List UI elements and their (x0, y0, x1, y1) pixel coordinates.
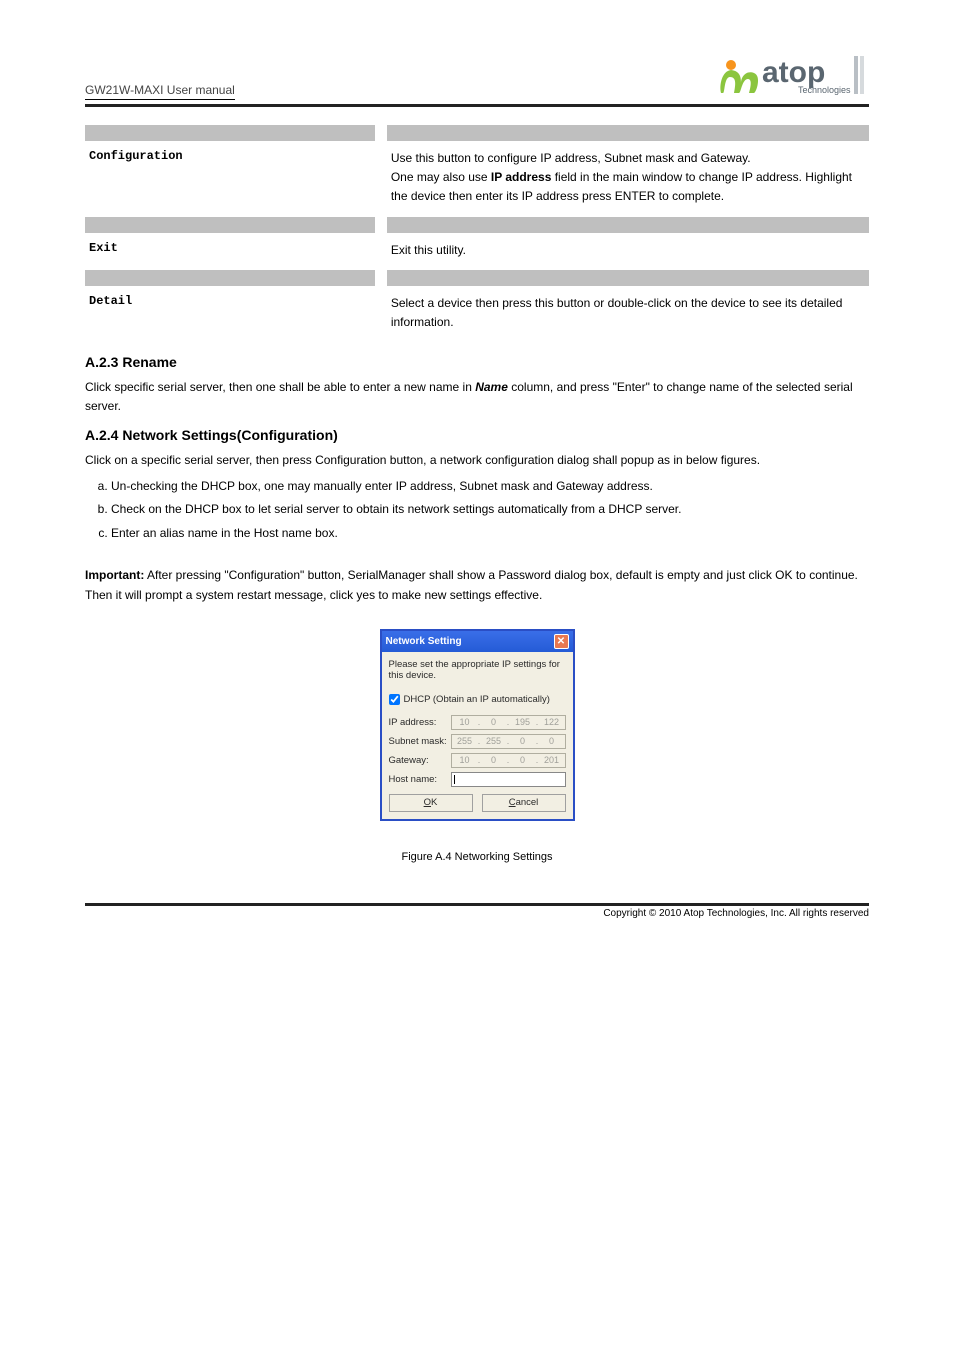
subnet-mask-field[interactable]: 255. 255. 0. 0 (451, 734, 566, 749)
network-setting-dialog: Network Setting ✕ Please set the appropr… (380, 629, 575, 821)
footer-copyright: Copyright © 2010 Atop Technologies, Inc.… (85, 906, 869, 919)
subnet-mask-label: Subnet mask: (389, 736, 451, 747)
cancel-button[interactable]: Cancel (482, 794, 566, 812)
para-rename: Click specific serial server, then one s… (85, 378, 869, 416)
dialog-title: Network Setting (386, 636, 462, 647)
term-detail: Detail (85, 286, 379, 318)
svg-text:Technologies: Technologies (798, 85, 851, 95)
desc-configuration: Use this button to configure IP address,… (387, 141, 869, 217)
list-item: Check on the DHCP box to let serial serv… (111, 499, 869, 521)
network-steps-list: Un-checking the DHCP box, one may manual… (85, 476, 869, 545)
hostname-field[interactable] (451, 772, 566, 787)
gateway-label: Gateway: (389, 755, 451, 766)
brand-logo: atop Technologies (714, 50, 869, 100)
figure-caption: Figure A.4 Networking Settings (85, 851, 869, 863)
doc-title: GW21W-MAXI User manual (85, 83, 235, 100)
list-item: Enter an alias name in the Host name box… (111, 523, 869, 545)
dialog-message: Please set the appropriate IP settings f… (389, 659, 566, 682)
close-icon: ✕ (557, 636, 565, 647)
definitions-table: Configuration Use this button to configu… (85, 125, 869, 342)
gateway-field[interactable]: 10. 0. 0. 201 (451, 753, 566, 768)
ok-button[interactable]: OK (389, 794, 473, 812)
list-item: Un-checking the DHCP box, one may manual… (111, 476, 869, 498)
dhcp-label: DHCP (Obtain an IP automatically) (404, 694, 550, 705)
ip-address-field[interactable]: 10. 0. 195. 122 (451, 715, 566, 730)
hostname-label: Host name: (389, 774, 451, 785)
ip-address-label: IP address: (389, 717, 451, 728)
para-network-intro: Click on a specific serial server, then … (85, 451, 869, 470)
desc-detail: Select a device then press this button o… (387, 286, 869, 342)
heading-rename: A.2.3 Rename (85, 354, 869, 370)
term-configuration: Configuration (85, 141, 379, 173)
desc-exit: Exit this utility. (387, 233, 869, 270)
close-button[interactable]: ✕ (554, 634, 569, 649)
dhcp-checkbox[interactable] (389, 694, 400, 705)
important-note: Important: After pressing "Configuration… (85, 566, 869, 604)
heading-network-settings: A.2.4 Network Settings(Configuration) (85, 427, 869, 443)
header-divider (85, 104, 869, 107)
term-exit: Exit (85, 233, 379, 265)
